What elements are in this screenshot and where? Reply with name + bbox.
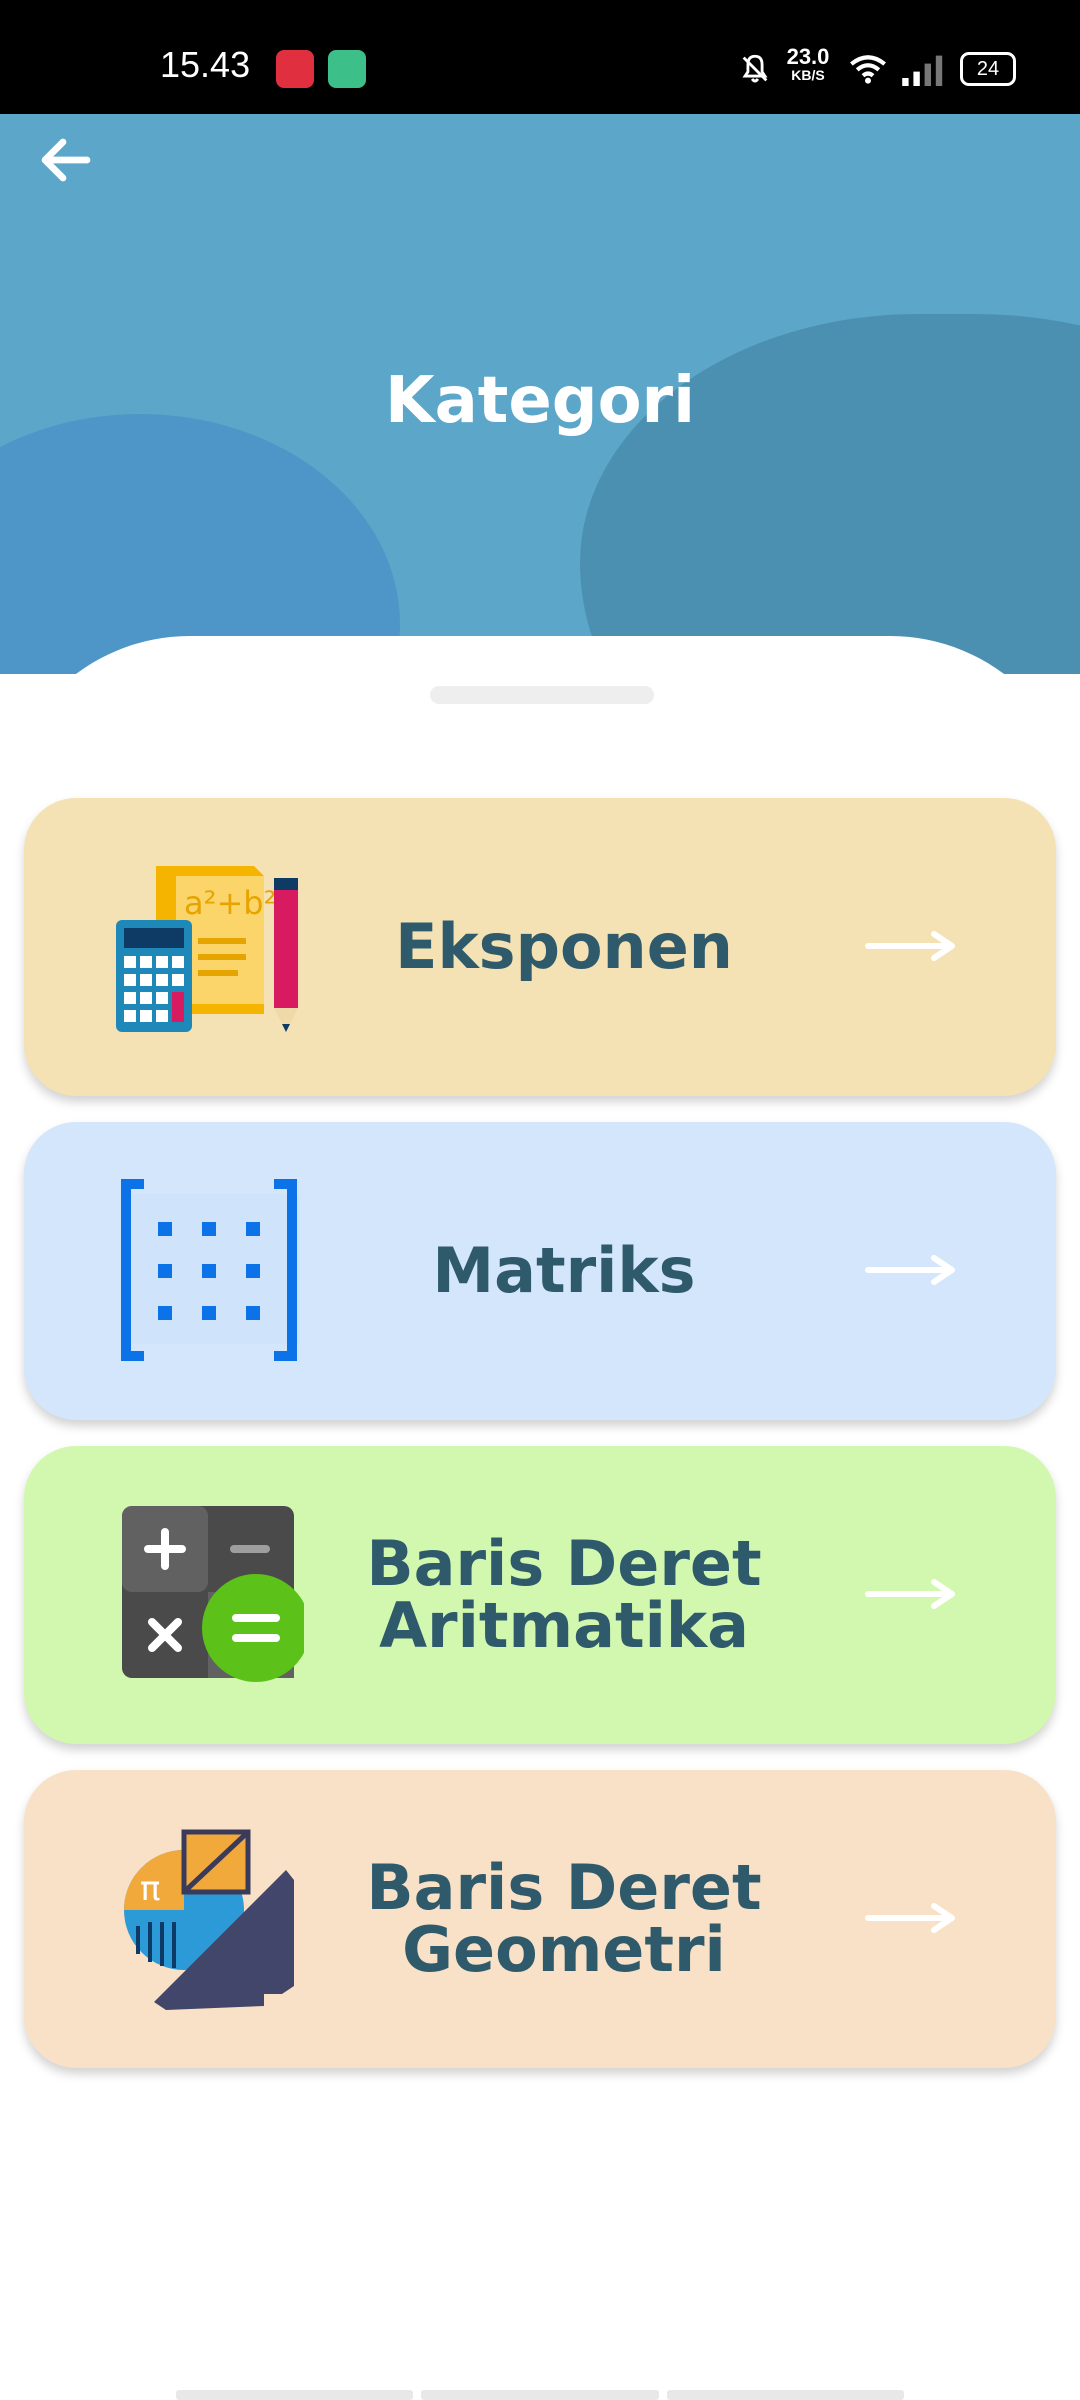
geometry-icon: π <box>124 1829 294 2010</box>
category-label: Matriks <box>432 1234 696 1307</box>
battery-icon: 24 <box>960 52 1016 86</box>
category-label: Eksponen <box>395 910 733 983</box>
category-card-geometri[interactable]: π Baris Deret Geometri <box>24 1770 1056 2068</box>
svg-text:a²+b²: a²+b² <box>184 884 276 922</box>
svg-text:π: π <box>140 1869 160 1909</box>
status-time: 15.43 <box>160 44 251 85</box>
bell-muted-icon <box>742 54 768 83</box>
arithmetic-calculator-icon <box>122 1506 304 1682</box>
category-card-eksponen[interactable]: a²+b² Eksponen <box>24 798 1056 1096</box>
category-label: Baris Deret Geometri <box>366 1851 762 1986</box>
header: Kategori <box>0 114 1080 674</box>
header-blob <box>0 414 400 674</box>
status-bar: 15.43 23.0 KB/S 24 <box>0 0 1080 114</box>
calculator-formula-icon: a²+b² <box>116 866 298 1032</box>
app-notification-icon <box>328 50 366 88</box>
nav-segment <box>421 2390 659 2400</box>
nav-segment <box>176 2390 414 2400</box>
network-speed-unit: KB/S <box>791 67 825 83</box>
matrix-icon <box>121 1179 300 1361</box>
arrow-right-icon <box>865 1579 955 1609</box>
sheet-handle <box>430 686 654 704</box>
category-card-matriks[interactable]: Matriks <box>24 1122 1056 1420</box>
wifi-icon <box>850 55 886 84</box>
nav-segment <box>666 2390 904 2400</box>
arrow-right-icon <box>865 1903 955 1933</box>
arrow-right-icon <box>865 931 955 961</box>
category-label: Baris Deret Aritmatika <box>366 1527 762 1662</box>
arrow-right-icon <box>865 1255 955 1285</box>
screen-record-icon <box>276 50 314 88</box>
signal-icon <box>902 55 943 86</box>
network-speed-value: 23.0 <box>786 44 830 69</box>
navigation-bar <box>176 2390 904 2400</box>
back-arrow-icon[interactable] <box>30 124 102 196</box>
page-title: Kategori <box>384 364 696 438</box>
network-speed: 23.0 KB/S <box>780 44 836 83</box>
category-card-aritmatika[interactable]: Baris Deret Aritmatika <box>24 1446 1056 1744</box>
